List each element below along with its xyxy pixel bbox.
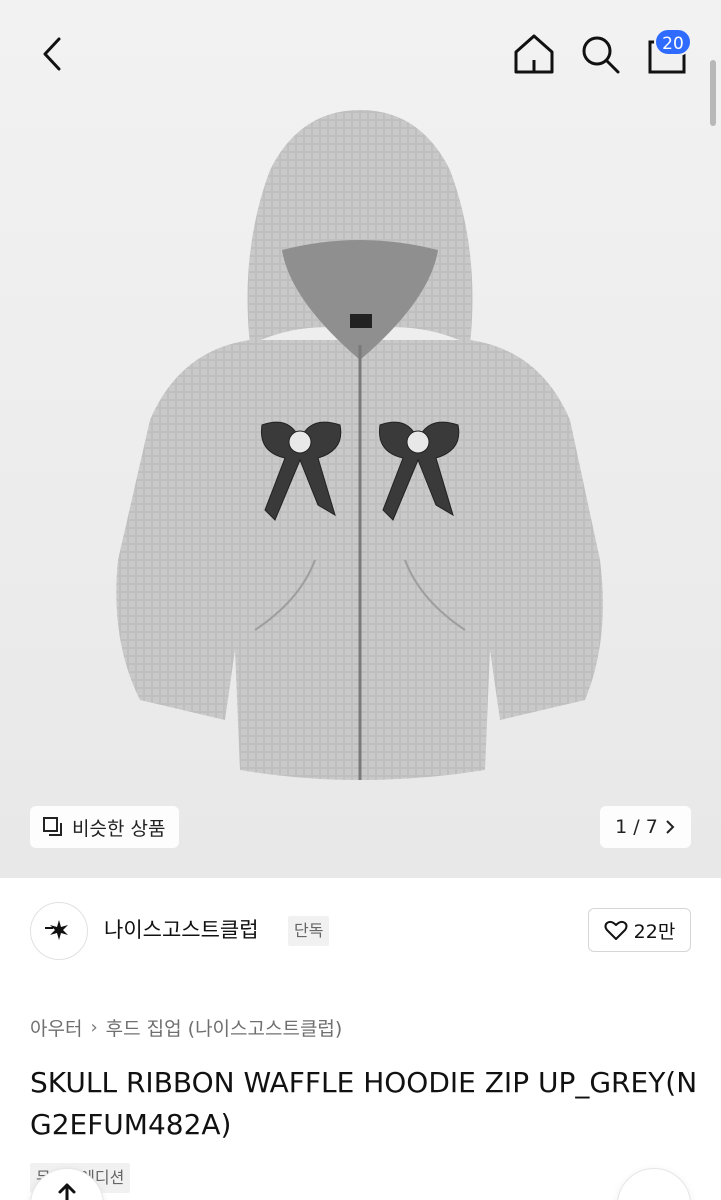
exclusive-tag: 단독 <box>288 916 330 946</box>
home-button[interactable] <box>510 30 558 78</box>
brand-section: 나이스고스트클럽 단독 22만 <box>0 878 721 988</box>
scrollbar[interactable] <box>710 60 716 126</box>
hoodie-product-image <box>116 110 603 780</box>
share-icon <box>58 1183 76 1200</box>
brand-logo-mark <box>45 920 68 940</box>
chevron-left-icon <box>43 37 61 71</box>
breadcrumb-separator-icon: › <box>90 1017 98 1038</box>
image-counter: 1 / 7 <box>615 816 658 838</box>
chevron-right-icon <box>666 820 675 834</box>
similar-products-icon <box>43 817 62 836</box>
search-icon <box>582 36 620 74</box>
breadcrumb-category[interactable]: 아우터 <box>30 1014 82 1041</box>
like-button[interactable]: 22만 <box>588 908 691 952</box>
image-counter-button[interactable]: 1 / 7 <box>600 806 691 848</box>
product-title: SKULL RIBBON WAFFLE HOODIE ZIP UP_GREY(N… <box>30 1066 698 1141</box>
brand-logo[interactable] <box>30 902 88 960</box>
scroll-top-button[interactable] <box>617 1168 691 1200</box>
breadcrumb-subcategory[interactable]: 후드 집업 (나이스고스트클럽) <box>106 1014 343 1041</box>
search-button[interactable] <box>578 30 622 78</box>
like-count: 22만 <box>633 920 676 943</box>
cart-button[interactable]: 20 <box>640 28 696 78</box>
similar-products-label: 비슷한 상품 <box>72 817 166 840</box>
product-image-gallery[interactable]: 20 비슷한 상품 1 / 7 <box>0 0 721 878</box>
home-icon <box>514 34 554 74</box>
similar-products-button[interactable]: 비슷한 상품 <box>30 806 180 848</box>
cart-count-badge: 20 <box>654 28 692 56</box>
brand-name[interactable]: 나이스고스트클럽 <box>104 914 259 944</box>
heart-icon <box>604 920 628 940</box>
top-navigation-bar: 20 <box>0 0 721 110</box>
breadcrumb: 아우터 › 후드 집업 (나이스고스트클럽) <box>30 1014 342 1041</box>
back-button[interactable] <box>32 30 72 78</box>
